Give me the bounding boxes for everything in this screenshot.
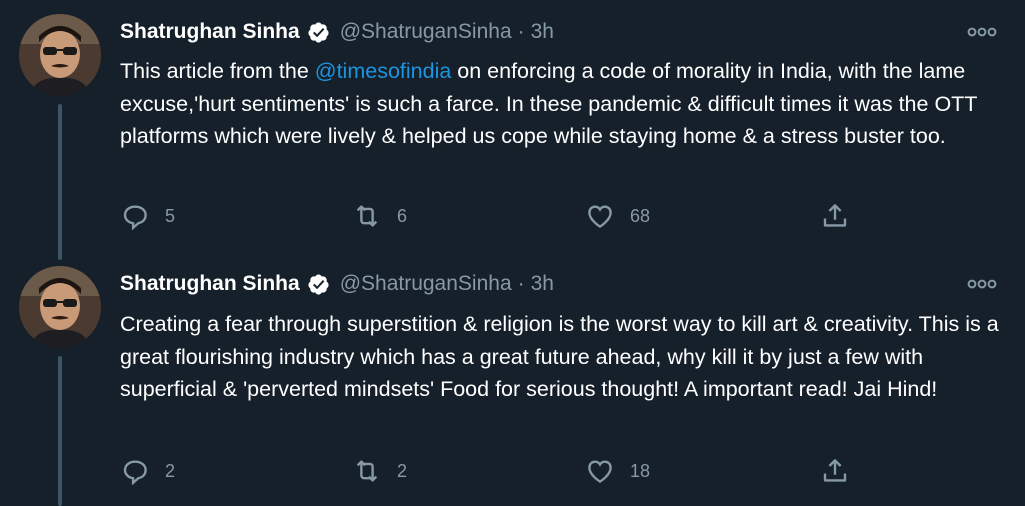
share-button[interactable] bbox=[820, 201, 850, 231]
tweet-actions: 2 2 18 bbox=[120, 456, 880, 486]
like-count: 68 bbox=[630, 205, 651, 226]
verified-badge-icon bbox=[307, 21, 330, 44]
reply-count: 5 bbox=[165, 205, 176, 226]
heart-icon bbox=[588, 205, 612, 229]
reply-icon bbox=[123, 460, 147, 486]
thread-connector-line bbox=[58, 356, 62, 506]
tweet-2[interactable]: Shatrughan Sinha @ShatruganSinha · 3h Cr… bbox=[0, 252, 1025, 506]
share-button[interactable] bbox=[820, 456, 850, 486]
retweet-icon bbox=[356, 205, 378, 227]
share-icon bbox=[823, 459, 847, 482]
thread-connector-line bbox=[58, 104, 62, 260]
share-icon bbox=[823, 204, 847, 227]
more-options-icon[interactable] bbox=[967, 276, 997, 292]
author-handle[interactable]: @ShatruganSinha bbox=[340, 20, 512, 44]
tweet-text-part: This article from the bbox=[120, 59, 315, 83]
like-button[interactable]: 18 bbox=[585, 456, 650, 486]
reply-count: 2 bbox=[165, 460, 176, 481]
retweet-count: 6 bbox=[397, 205, 408, 226]
avatar[interactable] bbox=[19, 266, 101, 348]
heart-icon bbox=[588, 460, 612, 484]
verified-badge-icon bbox=[307, 273, 330, 296]
tweet-text: This article from the @timesofindia on e… bbox=[120, 55, 1000, 153]
tweet-1[interactable]: Shatrughan Sinha @ShatruganSinha · 3h Th… bbox=[0, 0, 1025, 260]
author-handle[interactable]: @ShatruganSinha bbox=[340, 272, 512, 296]
avatar-image bbox=[19, 14, 101, 96]
like-count: 18 bbox=[630, 460, 651, 481]
retweet-button[interactable]: 6 bbox=[352, 201, 407, 231]
like-button[interactable]: 68 bbox=[585, 201, 650, 231]
more-options-icon[interactable] bbox=[967, 24, 997, 40]
timestamp[interactable]: 3h bbox=[531, 20, 554, 44]
retweet-icon bbox=[356, 460, 378, 482]
reply-button[interactable]: 2 bbox=[120, 456, 175, 486]
reply-button[interactable]: 5 bbox=[120, 201, 175, 231]
author-name[interactable]: Shatrughan Sinha bbox=[120, 20, 300, 44]
tweet-text: Creating a fear through superstition & r… bbox=[120, 312, 999, 401]
tweet-header: Shatrughan Sinha @ShatruganSinha · 3h bbox=[120, 18, 554, 46]
retweet-count: 2 bbox=[397, 460, 408, 481]
avatar[interactable] bbox=[19, 14, 101, 96]
separator-dot: · bbox=[517, 272, 525, 295]
separator-dot: · bbox=[517, 20, 525, 43]
tweet-header: Shatrughan Sinha @ShatruganSinha · 3h bbox=[120, 270, 554, 298]
timestamp[interactable]: 3h bbox=[531, 272, 554, 296]
tweet-actions: 5 6 68 bbox=[120, 201, 880, 231]
reply-icon bbox=[123, 205, 147, 231]
mention-link[interactable]: @timesofindia bbox=[315, 59, 452, 83]
retweet-button[interactable]: 2 bbox=[352, 456, 407, 486]
avatar-image bbox=[19, 266, 101, 348]
author-name[interactable]: Shatrughan Sinha bbox=[120, 272, 300, 296]
